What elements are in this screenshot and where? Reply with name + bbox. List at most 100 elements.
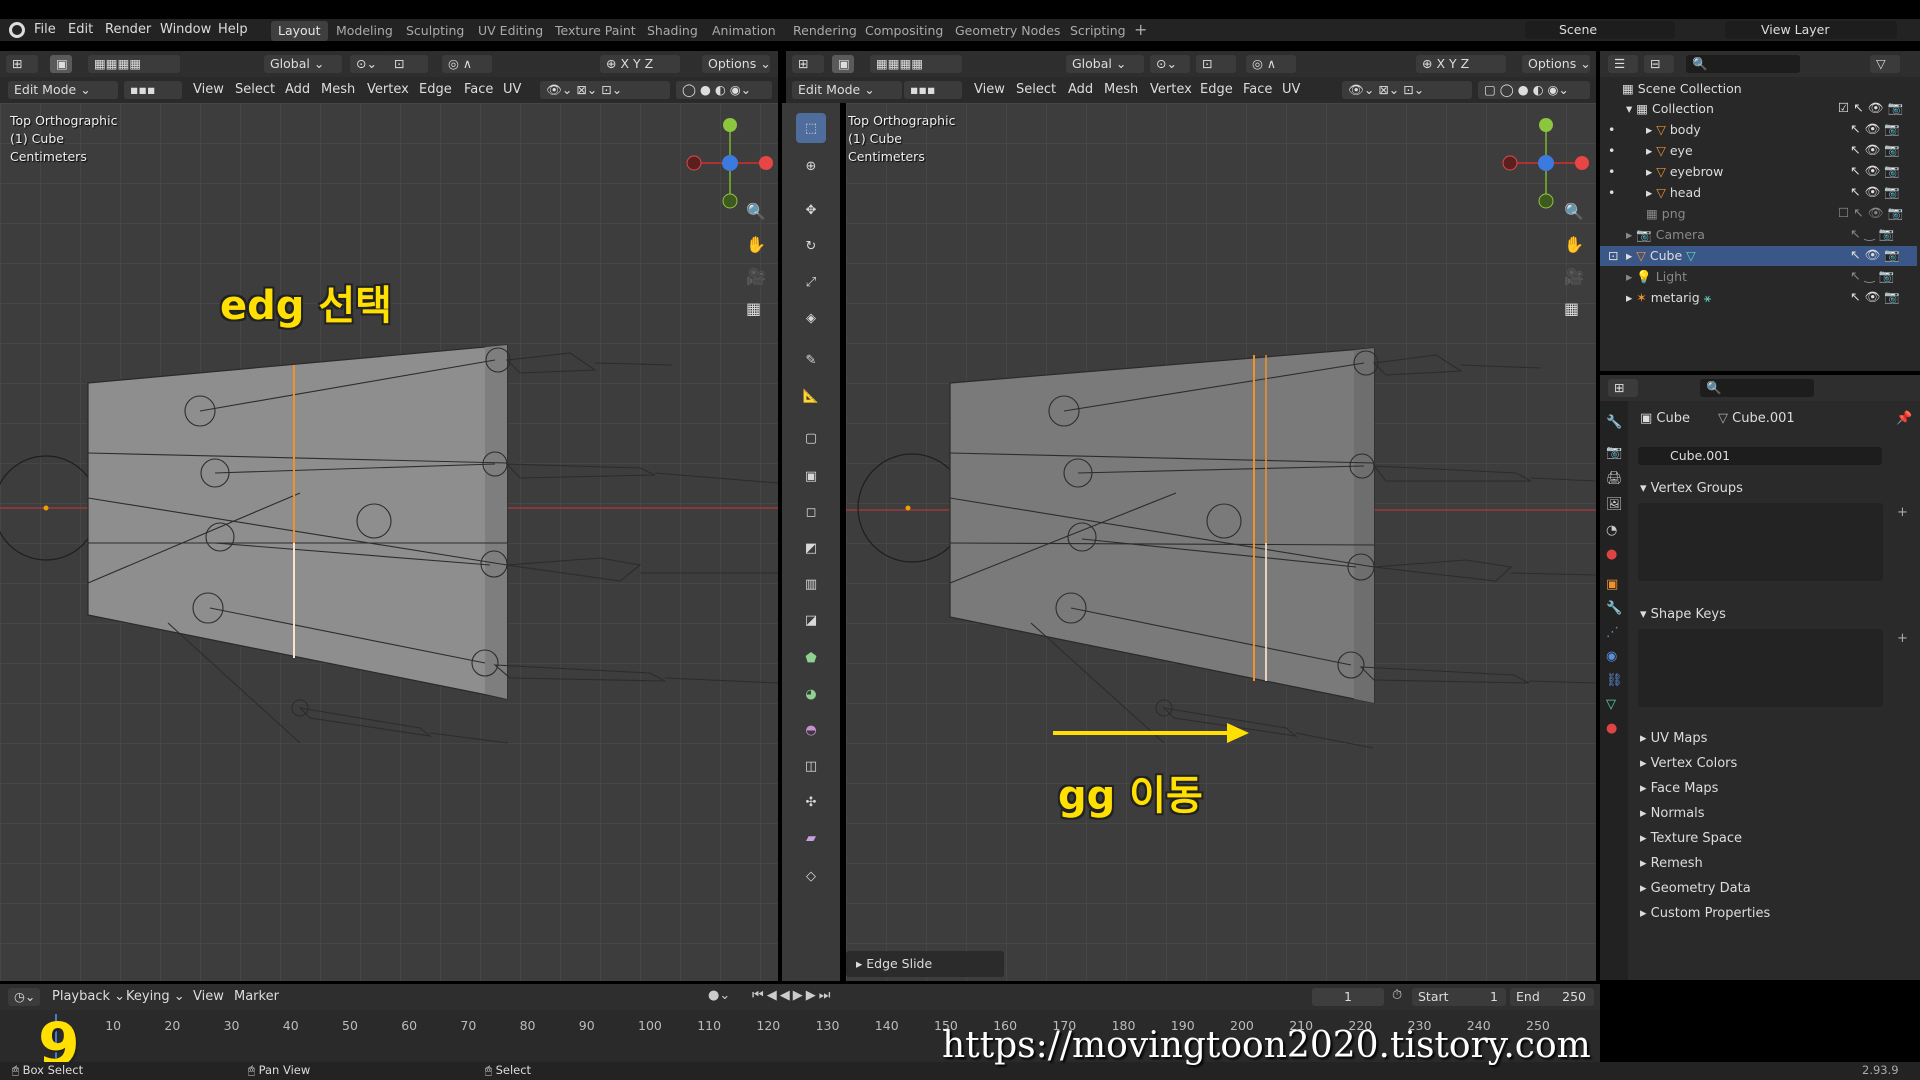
output-tab-icon[interactable]: 🖨 xyxy=(1606,471,1623,486)
view-layer-selector[interactable]: View Layer xyxy=(1725,21,1897,39)
outliner-item-png[interactable]: ▦ png ☐ ↖ 👁 📷 xyxy=(1600,204,1917,224)
menu-edge[interactable]: Edge xyxy=(419,82,452,97)
extrude-tool-icon[interactable]: ▣ xyxy=(796,461,826,491)
vertex-colors-section[interactable]: ▸ Vertex Colors xyxy=(1640,756,1737,771)
cursor-tool-icon[interactable]: ⊕ xyxy=(796,151,826,181)
editor-type-icon[interactable]: ⊞ xyxy=(6,55,38,73)
physics-tab-icon[interactable]: ◉ xyxy=(1606,649,1617,664)
selection-mode-group[interactable]: ▦▦▦▦ xyxy=(88,55,180,73)
display-mode-icon[interactable]: ⊟ xyxy=(1644,55,1674,73)
menu-render[interactable]: Render xyxy=(105,22,151,37)
right-navigation-gizmo[interactable] xyxy=(1496,113,1596,213)
tab-compositing[interactable]: Compositing xyxy=(858,21,950,41)
pin-icon[interactable]: 📌 xyxy=(1896,411,1912,426)
data-tab-icon[interactable]: ▽ xyxy=(1606,697,1616,712)
right-mirror-axes[interactable]: ⊕ X Y Z xyxy=(1416,55,1506,73)
outliner-item-body[interactable]: • ▸ ▽ body ↖ 👁 📷 xyxy=(1600,120,1917,140)
right-mode-selector[interactable]: Edit Mode ⌄ xyxy=(792,81,902,99)
vertex-groups-list[interactable] xyxy=(1638,503,1883,581)
loop-cut-tool-icon[interactable]: ▥ xyxy=(796,569,826,599)
menu-timeline-view[interactable]: View xyxy=(193,989,224,1004)
poly-build-tool-icon[interactable]: ⬟ xyxy=(796,643,826,673)
annotate-tool-icon[interactable]: ✎ xyxy=(796,345,826,375)
outliner-item-collection[interactable]: ▾ ▦ Collection ☑ ↖ 👁 📷 xyxy=(1600,99,1917,119)
tab-texture-paint[interactable]: Texture Paint xyxy=(548,21,643,41)
right-options-menu[interactable]: Options ⌄ xyxy=(1522,55,1591,73)
mirror-axes[interactable]: ⊕ X Y Z xyxy=(600,55,680,73)
constraints-tab-icon[interactable]: ⛓ xyxy=(1606,673,1623,688)
snap-icon[interactable]: ⊡ xyxy=(388,55,428,73)
inset-tool-icon[interactable]: ◻ xyxy=(796,497,826,527)
blender-logo-icon[interactable] xyxy=(9,22,25,38)
right-selection-mode-group[interactable]: ▦▦▦▦ xyxy=(870,55,962,73)
right-zoom-icon[interactable]: 🔍 xyxy=(1564,202,1586,224)
right-gizmo-overlay-buttons[interactable]: 👁⌄ ⊠⌄ ⊡⌄ xyxy=(1342,81,1472,99)
tab-animation[interactable]: Animation xyxy=(705,21,783,41)
menu-vertex[interactable]: Vertex xyxy=(367,82,409,97)
menu-uv[interactable]: UV xyxy=(503,82,521,97)
right-menu-vertex[interactable]: Vertex xyxy=(1150,82,1192,97)
tab-shading[interactable]: Shading xyxy=(640,21,705,41)
right-camera-icon[interactable]: 🎥 xyxy=(1564,267,1586,289)
add-cube-tool-icon[interactable]: ▢ xyxy=(796,423,826,453)
end-frame-field[interactable]: End 250 xyxy=(1510,988,1594,1006)
edge-slide-panel[interactable]: ▸ Edge Slide xyxy=(846,951,1004,977)
shape-keys-header[interactable]: ▾ Shape Keys xyxy=(1640,607,1726,622)
right-menu-mesh[interactable]: Mesh xyxy=(1104,82,1138,97)
left-camera-icon[interactable]: 🎥 xyxy=(746,267,768,289)
smooth-tool-icon[interactable]: ◓ xyxy=(796,715,826,745)
tab-modeling[interactable]: Modeling xyxy=(329,21,400,41)
tab-sculpting[interactable]: Sculpting xyxy=(399,21,471,41)
right-menu-uv[interactable]: UV xyxy=(1282,82,1300,97)
right-shading-mode-buttons[interactable]: ▢ ◯ ● ◐ ◉⌄ xyxy=(1478,81,1590,99)
outliner-item-eyebrow[interactable]: • ▸ ▽ eyebrow ↖ 👁 📷 xyxy=(1600,162,1917,182)
geometry-data-section[interactable]: ▸ Geometry Data xyxy=(1640,881,1751,896)
right-transform-orientation[interactable]: Global ⌄ xyxy=(1066,55,1144,73)
right-grid-icon[interactable]: ▦ xyxy=(1564,299,1586,321)
proportional-icon[interactable]: ◎ ∧ xyxy=(442,55,492,73)
scene-tab-icon[interactable]: ◔ xyxy=(1606,523,1617,538)
shape-keys-list[interactable] xyxy=(1638,629,1883,707)
bevel-tool-icon[interactable]: ◩ xyxy=(796,533,826,563)
menu-select[interactable]: Select xyxy=(235,82,275,97)
shrink-fatten-tool-icon[interactable]: ✣ xyxy=(796,787,826,817)
right-proportional-icon[interactable]: ◎ ∧ xyxy=(1246,55,1296,73)
outliner-item-head[interactable]: • ▸ ▽ head ↖ 👁 📷 xyxy=(1600,183,1917,203)
select-box-tool-icon[interactable]: ⬚ xyxy=(796,113,826,143)
object-tab-icon[interactable]: ▣ xyxy=(1606,577,1618,592)
outliner-item-light[interactable]: ▸ 💡 Light ↖ ‿ 📷 xyxy=(1600,267,1917,287)
left-grid-icon[interactable]: ▦ xyxy=(746,299,768,321)
right-menu-edge[interactable]: Edge xyxy=(1200,82,1233,97)
mesh-datablock-field[interactable]: Cube.001 xyxy=(1638,447,1882,465)
shear-tool-icon[interactable]: ▰ xyxy=(796,823,826,853)
outliner-search-input[interactable]: 🔍 xyxy=(1686,55,1800,73)
right-menu-add[interactable]: Add xyxy=(1068,82,1093,97)
vertex-group-add-icon[interactable]: + xyxy=(1897,505,1908,520)
material-tab-icon[interactable]: ● xyxy=(1606,721,1617,736)
left-options-menu[interactable]: Options ⌄ xyxy=(702,55,771,73)
outliner-item-metarig[interactable]: ▸ ✶ metarig ⚹ ↖ 👁 📷 xyxy=(1600,288,1917,308)
custom-properties-section[interactable]: ▸ Custom Properties xyxy=(1640,906,1770,921)
outliner-scene-collection[interactable]: ▦ Scene Collection xyxy=(1600,79,1917,99)
menu-keying[interactable]: Keying ⌄ xyxy=(126,989,185,1004)
menu-window[interactable]: Window xyxy=(160,22,211,37)
rotate-tool-icon[interactable]: ↻ xyxy=(796,231,826,261)
outliner-item-eye[interactable]: • ▸ ▽ eye ↖ 👁 📷 xyxy=(1600,141,1917,161)
left-zoom-icon[interactable]: 🔍 xyxy=(746,202,768,224)
select-tool-icon[interactable]: ▣ xyxy=(50,55,72,73)
measure-tool-icon[interactable]: 📐 xyxy=(796,381,826,411)
clock-icon[interactable]: ⏱ xyxy=(1392,988,1402,1003)
right-pan-icon[interactable]: ✋ xyxy=(1564,235,1586,257)
world-tab-icon[interactable]: ● xyxy=(1606,547,1617,562)
right-select-mode-buttons[interactable]: ▪▪▪ xyxy=(904,81,962,99)
move-tool-icon[interactable]: ✥ xyxy=(796,195,826,225)
outliner-editor-icon[interactable]: ☰ xyxy=(1608,55,1638,73)
edge-slide-tool-icon[interactable]: ◫ xyxy=(796,751,826,781)
outliner-item-cube[interactable]: ⊡ ▸ ▽ Cube ▽ ↖ 👁 📷 xyxy=(1600,246,1917,266)
view-layer-tab-icon[interactable]: 🖼 xyxy=(1606,497,1623,512)
right-menu-view[interactable]: View xyxy=(974,82,1005,97)
right-snap-icon[interactable]: ⊡ xyxy=(1196,55,1236,73)
normals-section[interactable]: ▸ Normals xyxy=(1640,806,1704,821)
menu-view[interactable]: View xyxy=(193,82,224,97)
tab-layout[interactable]: Layout xyxy=(271,21,328,41)
